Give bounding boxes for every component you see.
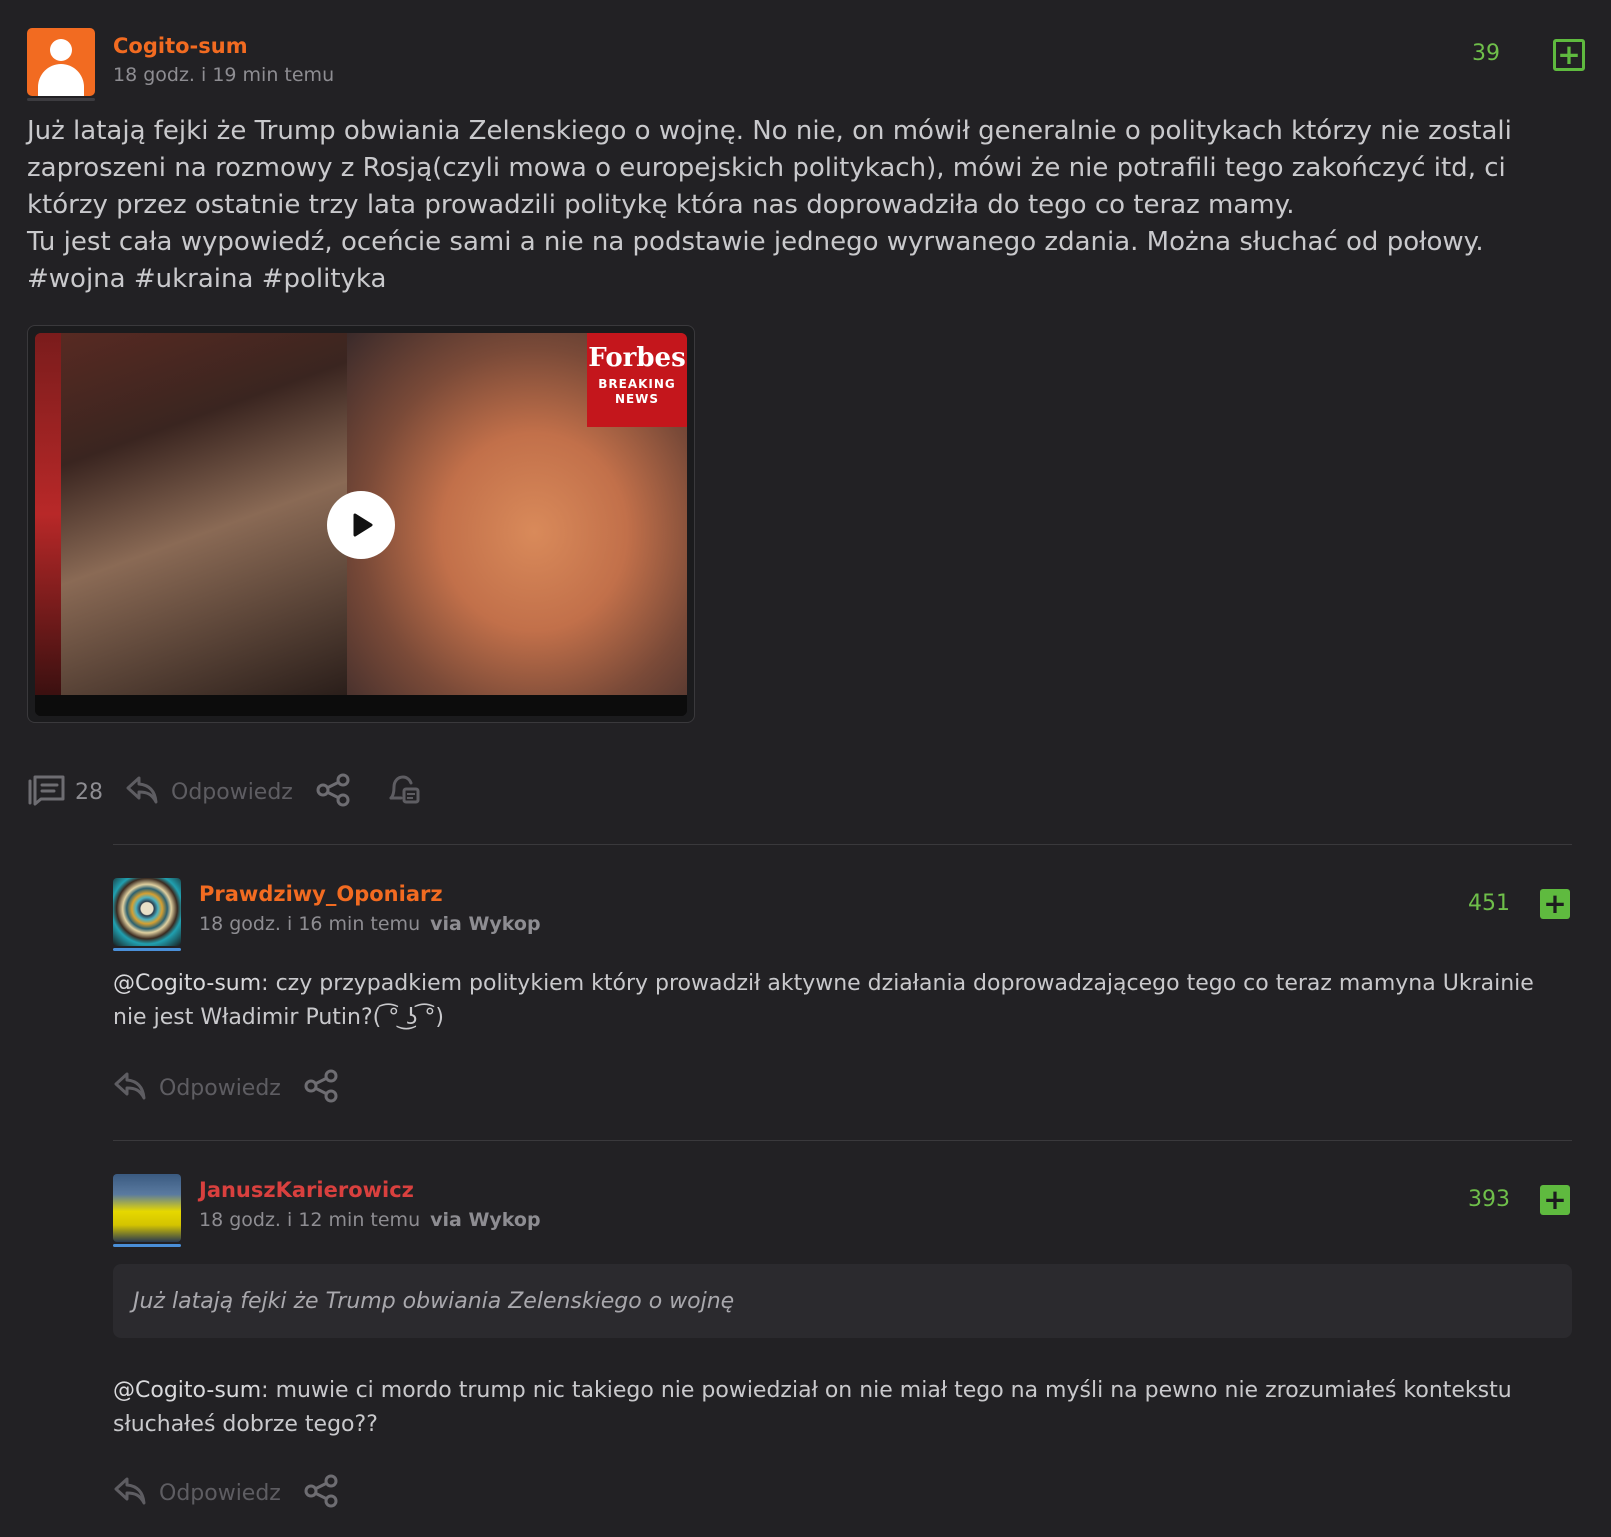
comment-timestamp[interactable]: 18 godz. i 12 min temu (199, 1209, 420, 1231)
post-actions: 28 Odpowiedz (27, 772, 421, 812)
comment-via[interactable]: via Wykop (430, 1209, 540, 1231)
comment-meta: 18 godz. i 12 min temu via Wykop (199, 1209, 541, 1231)
quote-block: Już latają fejki że Trump obwiania Zelen… (113, 1264, 1572, 1338)
mention-link[interactable]: @Cogito-sum (113, 971, 261, 996)
post-paragraph: Tu jest cała wypowiedź, oceńcie sami a n… (27, 227, 1484, 257)
comment-text: : muwie ci mordo trump nic takiego nie p… (113, 1378, 1512, 1437)
avatar-underline (27, 98, 95, 101)
comment-meta: 18 godz. i 16 min temu via Wykop (199, 913, 541, 935)
thumbnail-left-portrait (35, 333, 347, 695)
comment-divider (113, 844, 1572, 845)
reply-button[interactable]: Odpowiedz (159, 1481, 281, 1506)
comment-via[interactable]: via Wykop (430, 913, 540, 935)
comment-body: @Cogito-sum: czy przypadkiem politykiem … (113, 967, 1573, 1035)
reply-button[interactable]: Odpowiedz (171, 780, 293, 805)
notify-icon[interactable] (385, 772, 421, 812)
reply-icon[interactable] (125, 774, 159, 810)
post-author-name[interactable]: Cogito-sum (113, 34, 248, 58)
upvote-button[interactable]: + (1553, 39, 1585, 71)
plus-icon: + (1543, 1183, 1567, 1216)
post-body: Już latają fejki że Trump obwiania Zelen… (27, 113, 1557, 298)
comment-vote-count: 393 (1468, 1187, 1510, 1212)
comment-divider (113, 1140, 1572, 1141)
comment-author-name[interactable]: Prawdziwy_Oponiarz (199, 882, 443, 906)
post-paragraph: Już latają fejki że Trump obwiania Zelen… (27, 116, 1512, 220)
play-button[interactable] (327, 491, 395, 559)
share-icon[interactable] (303, 1474, 339, 1512)
comment-vote-count: 451 (1468, 891, 1510, 916)
share-icon[interactable] (315, 773, 351, 811)
upvote-button[interactable]: + (1540, 889, 1570, 919)
avatar-underline (113, 948, 181, 951)
quote-text: Już latają fejki że Trump obwiania Zelen… (133, 1288, 735, 1314)
avatar-underline (113, 1244, 181, 1247)
comment-text: : czy przypadkiem politykiem który prowa… (113, 971, 1534, 1030)
video-embed[interactable]: Forbes BREAKING NEWS (27, 325, 695, 723)
comment-body: @Cogito-sum: muwie ci mordo trump nic ta… (113, 1374, 1573, 1442)
forbes-logo: Forbes (588, 343, 686, 373)
play-icon (353, 513, 373, 537)
comment-timestamp[interactable]: 18 godz. i 16 min temu (199, 913, 420, 935)
comment-author-name[interactable]: JanuszKarierowicz (199, 1178, 414, 1202)
comment-avatar[interactable] (113, 878, 181, 946)
forbes-badge: Forbes BREAKING NEWS (587, 333, 687, 427)
mention-link[interactable]: @Cogito-sum (113, 1378, 261, 1403)
post-tags[interactable]: #wojna #ukraina #polityka (27, 261, 1557, 298)
reply-icon[interactable] (113, 1070, 147, 1106)
post-timestamp[interactable]: 18 godz. i 19 min temu (113, 64, 334, 86)
comment-avatar[interactable] (113, 1174, 181, 1242)
plus-icon: + (1557, 38, 1581, 71)
comments-icon[interactable] (27, 773, 67, 811)
post-vote-count: 39 (1472, 41, 1500, 66)
comment-actions: Odpowiedz (113, 1474, 339, 1512)
upvote-button[interactable]: + (1540, 1185, 1570, 1215)
reply-button[interactable]: Odpowiedz (159, 1076, 281, 1101)
author-avatar[interactable] (27, 28, 95, 96)
reply-icon[interactable] (113, 1475, 147, 1511)
video-thumbnail[interactable]: Forbes BREAKING NEWS (35, 333, 687, 716)
comment-actions: Odpowiedz (113, 1069, 339, 1107)
share-icon[interactable] (303, 1069, 339, 1107)
comments-count[interactable]: 28 (75, 780, 103, 805)
plus-icon: + (1543, 887, 1567, 920)
